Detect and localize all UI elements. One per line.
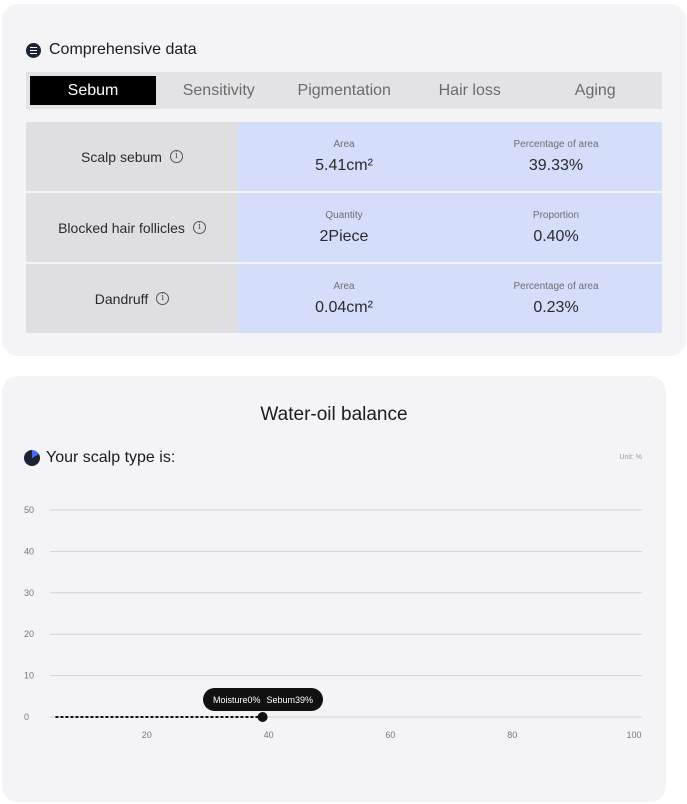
x-tick-label: 80 — [507, 730, 517, 740]
y-tick-label: 40 — [24, 546, 34, 556]
x-tick-label: 40 — [264, 730, 274, 740]
y-tick-label: 30 — [24, 588, 34, 598]
y-tick-label: 20 — [24, 629, 34, 639]
x-tick-label: 100 — [626, 730, 641, 740]
y-tick-label: 0 — [24, 712, 29, 722]
data-point — [257, 712, 268, 722]
y-tick-label: 50 — [24, 505, 34, 515]
tooltip-sebum: Sebum39% — [266, 694, 314, 705]
water-oil-chart: 0 10 20 30 40 50 20 40 60 80 100 — [24, 505, 642, 740]
y-tick-label: 10 — [24, 671, 34, 681]
chart-tooltip: Moisture0% Sebum39% — [203, 688, 324, 711]
x-tick-label: 60 — [385, 730, 395, 740]
tooltip-moisture: Moisture0% — [213, 694, 261, 705]
x-tick-label: 20 — [142, 730, 152, 740]
